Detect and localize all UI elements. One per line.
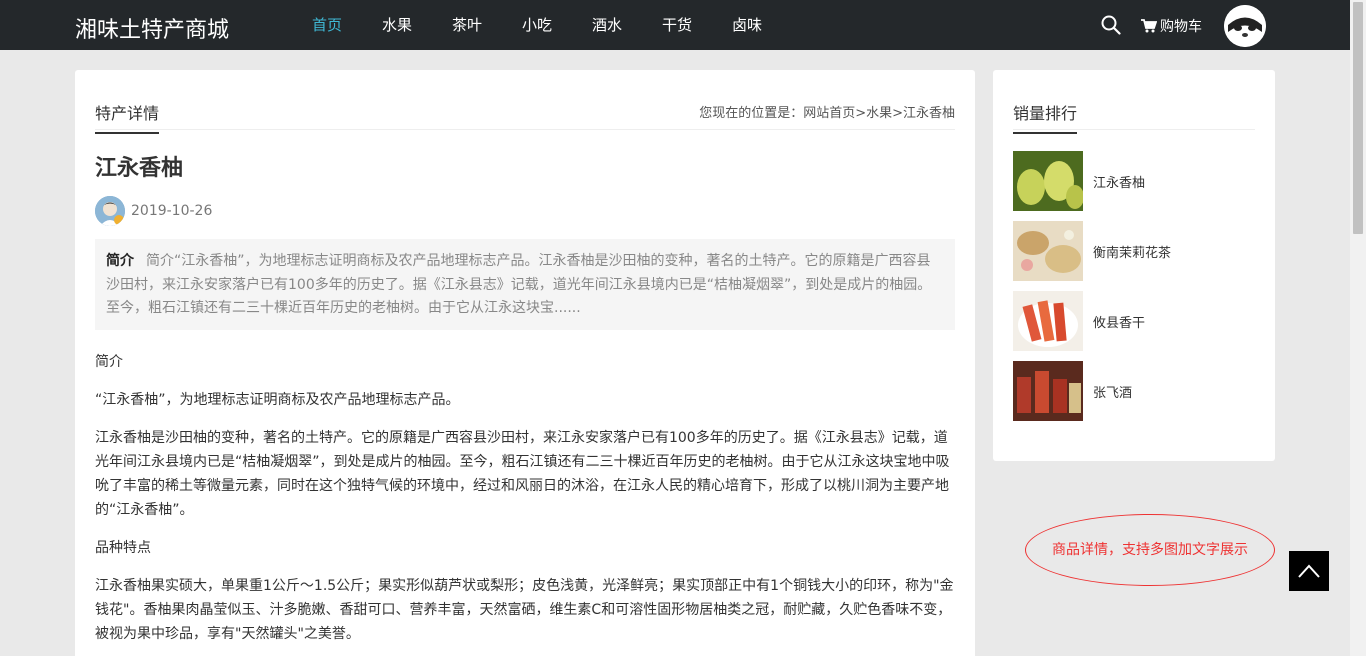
product-thumbnail[interactable] (1013, 291, 1083, 351)
tab-product-detail: 特产详情 (95, 100, 160, 134)
content-paragraph: 江永香柚是沙田柚的变种，著名的土特产。它的原籍是广西容县沙田村，来江永安家落户已… (95, 430, 950, 518)
product-thumbnail[interactable] (1013, 151, 1084, 211)
main-nav: 首页 水果 茶叶 小吃 酒水 干货 卤味 (292, 0, 782, 50)
zhangfei-wine-image (1013, 361, 1083, 421)
article-content: 简介 “江永香柚”，为地理标志证明商标及农产品地理标志产品。 江永香柚是沙田柚的… (95, 350, 955, 656)
nav-item-braised[interactable]: 卤味 (712, 0, 782, 50)
author-avatar-image (95, 196, 125, 226)
summary-text: 简介“江永香柚”，为地理标志证明商标及农产品地理标志产品。江永香柚是沙田柚的变种… (106, 253, 932, 316)
cart-button[interactable]: 购物车 (1141, 16, 1202, 36)
chevron-up-icon (1298, 564, 1320, 578)
ranking-item[interactable]: 张飞酒 (1013, 361, 1171, 421)
cart-icon (1141, 19, 1157, 33)
nav-item-dried-goods[interactable]: 干货 (642, 0, 712, 50)
content-paragraph: “江永香柚”，为地理标志证明商标及农产品地理标志产品。 (95, 392, 460, 408)
product-name[interactable]: 江永香柚 (1093, 172, 1145, 191)
ranking-item[interactable]: 攸县香干 (1013, 291, 1171, 351)
nav-item-tea[interactable]: 茶叶 (432, 0, 502, 50)
nav-item-home[interactable]: 首页 (292, 0, 362, 50)
product-thumbnail[interactable] (1013, 221, 1083, 281)
avatar-image (1224, 5, 1266, 47)
summary-label: 简介 (106, 253, 134, 269)
ranking-header: 销量排行 (1013, 98, 1255, 134)
user-avatar[interactable] (1224, 5, 1266, 47)
content-paragraph: 简介 (95, 354, 123, 370)
product-name[interactable]: 张飞酒 (1093, 382, 1132, 401)
product-name[interactable]: 攸县香干 (1093, 312, 1145, 331)
cart-label: 购物车 (1160, 19, 1202, 35)
sales-ranking-panel: 销量排行 江永香柚 衡南茉莉花茶 攸县香干 张飞酒 (993, 70, 1275, 461)
annotation-callout: 商品详情，支持多图加文字展示 (1025, 514, 1275, 586)
content-paragraph: 品种特点 (95, 540, 151, 556)
ranking-item[interactable]: 衡南茉莉花茶 (1013, 221, 1171, 281)
breadcrumb[interactable]: 您现在的位置是：网站首页>水果>江永香柚 (699, 102, 955, 121)
post-date: 2019-10-26 (131, 203, 213, 219)
page-scrollbar[interactable] (1350, 0, 1366, 656)
search-icon[interactable] (1101, 15, 1121, 35)
ranking-item[interactable]: 江永香柚 (1013, 151, 1171, 211)
author-avatar[interactable] (95, 196, 125, 226)
back-to-top-button[interactable] (1289, 551, 1329, 591)
nav-item-snacks[interactable]: 小吃 (502, 0, 572, 50)
product-detail-panel: 特产详情 您现在的位置是：网站首页>水果>江永香柚 江永香柚 2019-10-2… (75, 70, 975, 656)
top-navbar: 湘味土特产商城 首页 水果 茶叶 小吃 酒水 干货 卤味 购物车 (0, 0, 1350, 50)
product-name[interactable]: 衡南茉莉花茶 (1093, 242, 1171, 261)
tab-sales-ranking: 销量排行 (1013, 100, 1078, 134)
post-meta: 2019-10-26 (95, 196, 212, 226)
nav-item-fruit[interactable]: 水果 (362, 0, 432, 50)
summary-box: 简介 简介“江永香柚”，为地理标志证明商标及农产品地理标志产品。江永香柚是沙田柚的… (95, 239, 955, 330)
site-logo[interactable]: 湘味土特产商城 (75, 12, 229, 44)
product-thumbnail[interactable] (1013, 361, 1083, 421)
ranking-list: 江永香柚 衡南茉莉花茶 攸县香干 张飞酒 (1013, 151, 1171, 431)
page-title: 江永香柚 (95, 156, 184, 181)
detail-header: 特产详情 您现在的位置是：网站首页>水果>江永香柚 (95, 98, 955, 134)
jasmine-tea-image (1013, 221, 1083, 281)
scrollbar-thumb[interactable] (1353, 2, 1363, 234)
nav-item-drinks[interactable]: 酒水 (572, 0, 642, 50)
content-paragraph: 江永香柚果实硕大，单果重1公斤～1.5公斤；果实形似葫芦状或梨形；皮色浅黄，光泽… (95, 578, 954, 642)
pomelo-image (1013, 151, 1084, 211)
spiced-tofu-image (1013, 291, 1083, 351)
